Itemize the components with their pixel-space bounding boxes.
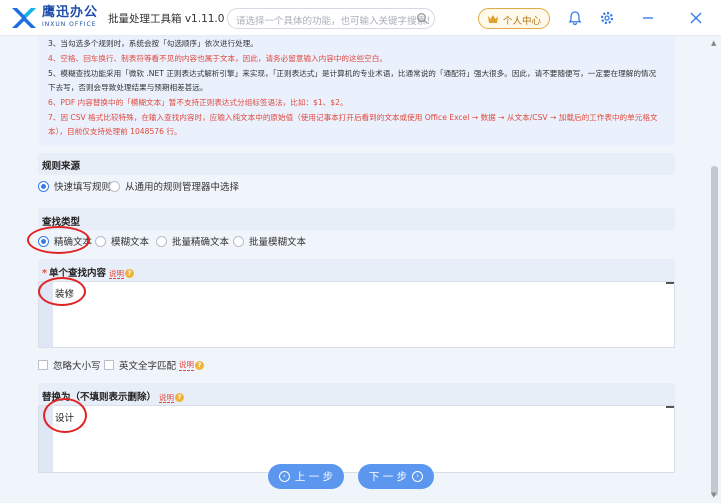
checkbox-box[interactable] — [104, 360, 114, 370]
gear-icon[interactable] — [599, 10, 615, 26]
replace-section: 替换为（不填则表示删除） 说明? — [38, 383, 675, 405]
single-find-editor[interactable]: 装修 — [38, 281, 675, 348]
radio-fuzzy-text[interactable]: 模糊文本 — [95, 234, 149, 248]
rule-source-title: 规则来源 — [42, 161, 81, 172]
explain-link[interactable]: 说明 — [159, 393, 175, 403]
editor-corner — [666, 282, 674, 290]
radio-indicator[interactable] — [233, 235, 244, 247]
checkbox-label: 英文全字匹配 — [119, 361, 177, 372]
rule-source-section: 规则来源 — [38, 153, 675, 175]
help-icon[interactable]: ? — [195, 360, 205, 370]
radio-rule-manager[interactable]: 从通用的规则管理器中选择 — [109, 179, 239, 193]
notice-line-6: 6、PDF 内容替换中的「模糊文本」暂不支持正则表达式分组标签语法，比如：$1、… — [48, 98, 348, 107]
annotation-ring-replace-value — [43, 398, 87, 433]
radio-indicator[interactable] — [38, 180, 49, 192]
required-mark: * — [42, 268, 47, 279]
rule-source-options: 快速填写规则 从通用的规则管理器中选择 — [38, 176, 675, 196]
next-step-label: 下 一 步 — [368, 471, 408, 483]
radio-indicator[interactable] — [95, 235, 106, 247]
scroll-up-icon[interactable]: ▲ — [711, 39, 716, 47]
radio-batch-fuzzy-text[interactable]: 批量模糊文本 — [233, 234, 306, 248]
radio-indicator[interactable] — [156, 235, 167, 247]
checkbox-label: 忽略大小写 — [53, 361, 101, 372]
search-icon[interactable] — [416, 12, 429, 25]
user-center-label: 个人中心 — [503, 16, 542, 27]
annotation-ring-find-value — [38, 277, 86, 306]
notice-line-5: 5、模糊查找功能采用「微软 .NET 正则表达式解析引擎」来实现，「正则表达式」… — [48, 69, 657, 92]
chevron-right-icon: › — [412, 471, 424, 482]
minimize-icon[interactable] — [641, 11, 655, 25]
bell-icon[interactable] — [567, 10, 583, 26]
radio-label: 从通用的规则管理器中选择 — [125, 182, 240, 193]
explain-link[interactable]: 说明 — [179, 359, 195, 371]
app-title: 批量处理工具箱 v1.11.0 — [108, 13, 225, 25]
annotation-ring-exact-text — [27, 226, 90, 254]
find-type-section: 查找类型 — [38, 208, 675, 230]
radio-batch-exact-text[interactable]: 批量精确文本 — [156, 234, 229, 248]
radio-label: 批量精确文本 — [172, 237, 230, 248]
notice-panel: 3、当勾选多个规则时，系统会按「勾选顺序」依次进行处理。 4、空格、回车换行、制… — [38, 36, 675, 146]
prev-step-label: 上 一 步 — [294, 471, 334, 483]
vertical-scrollbar[interactable]: ▲ ▼ — [708, 36, 721, 503]
app-logo-icon — [12, 8, 36, 28]
title-bar: 鹰迅办公 INXUN OFFICE 批量处理工具箱 v1.11.0 请选择一个具… — [0, 0, 721, 36]
user-center-button[interactable]: 个人中心 — [478, 8, 550, 29]
crown-icon — [488, 15, 498, 23]
explain-link[interactable]: 说明 — [108, 269, 124, 279]
notice-line-4: 4、空格、回车换行、制表符等看不见的内容也属于文本，因此，请务必留意输入内容中的… — [48, 54, 387, 63]
prev-step-button[interactable]: ‹ 上 一 步 — [268, 464, 344, 489]
radio-label: 快速填写规则 — [54, 182, 112, 193]
next-step-button[interactable]: 下 一 步 › — [358, 464, 434, 489]
brand-subtitle: INXUN OFFICE — [42, 21, 97, 28]
search-placeholder: 请选择一个具体的功能，也可输入关键字搜索！ — [236, 16, 436, 27]
help-icon[interactable]: ? — [124, 269, 134, 278]
find-type-options: 精确文本 模糊文本 批量精确文本 批量模糊文本 — [38, 231, 675, 251]
single-find-section: * 单个查找内容 说明? — [38, 259, 675, 281]
radio-quick-fill[interactable]: 快速填写规则 — [38, 179, 111, 193]
editor-corner — [666, 406, 674, 414]
notice-line-7: 7、因 CSV 格式比较特殊，在输入查找内容时，应输入纯文本中的原始值（使用记事… — [48, 113, 658, 136]
radio-label: 批量模糊文本 — [249, 237, 307, 248]
notice-line-3: 3、当勾选多个规则时，系统会按「勾选顺序」依次进行处理。 — [48, 39, 258, 48]
ignore-case-checkbox[interactable]: 忽略大小写 — [38, 357, 101, 373]
close-icon[interactable] — [689, 11, 703, 25]
brand-name: 鹰迅办公 — [42, 5, 99, 20]
replace-editor[interactable]: 设计 — [38, 405, 675, 473]
radio-indicator[interactable] — [109, 180, 120, 192]
full-word-checkbox[interactable]: 英文全字匹配 说明? — [104, 357, 205, 373]
scroll-down-icon[interactable]: ▼ — [711, 491, 716, 499]
search-input[interactable]: 请选择一个具体的功能，也可输入关键字搜索！ — [227, 8, 436, 29]
radio-label: 模糊文本 — [111, 237, 150, 248]
chevron-left-icon: ‹ — [278, 471, 290, 482]
checkbox-box[interactable] — [38, 360, 48, 370]
scrollbar-thumb[interactable] — [711, 166, 718, 496]
help-icon[interactable]: ? — [175, 393, 185, 402]
